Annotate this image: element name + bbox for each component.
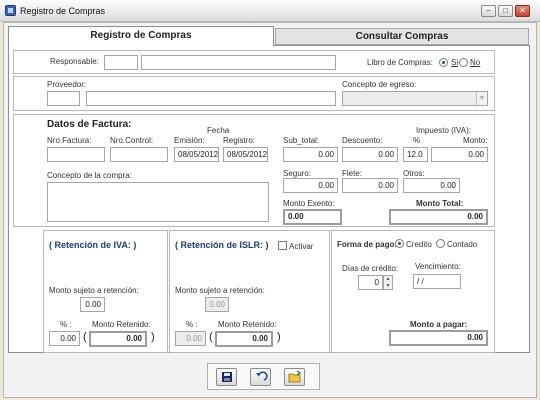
window-titlebar: Registro de Compras – □ ✕ — [0, 0, 540, 22]
subtotal-label: Sub_total: — [283, 136, 320, 145]
registro-label: Registro: — [223, 136, 256, 145]
otros-label: Otros: — [403, 169, 425, 178]
islr-pct-input[interactable]: 0.00 — [175, 331, 206, 346]
nro-control-label: Nro.Control: — [110, 136, 154, 145]
emision-date-input[interactable]: 08/05/2012 — [174, 147, 219, 162]
otros-input[interactable]: 0.00 — [403, 178, 460, 193]
responsable-label: Responsable: — [50, 57, 99, 66]
activar-label[interactable]: Activar — [289, 242, 313, 251]
islr-retenido-label: Monto Retenido: — [218, 320, 277, 329]
libro-si-radio[interactable] — [439, 58, 448, 67]
vencimiento-label: Vencimiento: — [415, 262, 461, 271]
undo-icon — [256, 371, 268, 381]
libro-no-label[interactable]: No — [470, 58, 480, 67]
emision-label: Emisión: — [174, 136, 205, 145]
tab-consultar-compras[interactable]: Consultar Compras — [275, 28, 529, 45]
dias-stepper-icon[interactable]: ▲ ▼ — [383, 275, 393, 290]
subtotal-input[interactable]: 0.00 — [283, 147, 338, 162]
monto-total-label: Monto Total: — [416, 199, 464, 208]
concepto-egreso-label: Concepto de egreso: — [342, 80, 417, 89]
dias-credito-label: Días de crédito: — [342, 264, 399, 273]
save-icon — [222, 372, 232, 382]
iva-retencion-pct-label: % : — [60, 320, 72, 329]
descuento-input[interactable]: 0.00 — [342, 147, 398, 162]
vencimiento-input[interactable]: / / — [413, 274, 461, 289]
proveedor-label: Proveedor: — [47, 80, 87, 89]
responsable-name-input[interactable] — [141, 55, 336, 70]
minimize-button[interactable]: – — [481, 5, 496, 17]
proveedor-code-input[interactable] — [47, 91, 80, 106]
monto-total-input: 0.00 — [389, 209, 488, 225]
proveedor-name-input[interactable] — [86, 91, 336, 106]
libro-no-radio[interactable] — [459, 58, 468, 67]
responsable-code-input[interactable] — [104, 55, 138, 70]
contado-label[interactable]: Contado — [447, 240, 477, 249]
chevron-down-icon[interactable]: ▼ — [476, 92, 487, 105]
islr-sujeto-input[interactable]: 0.00 — [205, 297, 229, 312]
concepto-egreso-select[interactable] — [342, 91, 488, 106]
iva-retenido-input: 0.00 — [89, 331, 147, 347]
open-button[interactable] — [284, 368, 305, 386]
monto-exento-label: Monto Exento: — [283, 199, 335, 208]
nro-factura-input[interactable] — [47, 147, 105, 162]
monto-exento-input[interactable]: 0.00 — [283, 209, 342, 225]
dias-credito-input[interactable]: 0 — [358, 275, 383, 290]
islr-pct-label: % : — [186, 320, 198, 329]
activar-checkbox[interactable] — [278, 241, 287, 250]
fecha-label: Fecha — [207, 126, 230, 135]
retencion-islr-title: ( Retención de ISLR: ) — [175, 240, 269, 250]
forma-pago-label: Forma de pago: — [337, 240, 398, 249]
iva-retencion-pct-input[interactable]: 0.00 — [49, 331, 80, 346]
iva-pct-input[interactable]: 12.0 — [403, 147, 428, 162]
iva-monto-label: Monto: — [463, 136, 488, 145]
iva-pct-label: % — [413, 136, 421, 145]
impuesto-label: Impuesto (IVA): — [416, 126, 471, 135]
monto-pagar-label: Monto a pagar: — [410, 320, 468, 329]
registro-date-input[interactable]: 08/05/2012 — [223, 147, 268, 162]
undo-button[interactable] — [250, 368, 271, 386]
retencion-iva-title: ( Retención de IVA: ) — [49, 240, 137, 250]
islr-retenido-input: 0.00 — [215, 331, 273, 347]
libro-compras-label: Libro de Compras: — [367, 58, 433, 67]
concepto-compra-label: Concepto de la compra: — [47, 171, 132, 180]
contado-radio[interactable] — [436, 239, 445, 248]
window-title: Registro de Compras — [20, 6, 106, 16]
tab-registro-compras[interactable]: Registro de Compras — [8, 26, 274, 46]
factura-title: Datos de Factura: — [47, 119, 132, 130]
descuento-label: Descuento: — [342, 136, 383, 145]
flete-label: Flete: — [342, 169, 363, 178]
seguro-input[interactable]: 0.00 — [283, 178, 338, 193]
close-button[interactable]: ✕ — [515, 5, 530, 17]
flete-input[interactable]: 0.00 — [342, 178, 398, 193]
libro-si-label[interactable]: Si — [451, 58, 458, 67]
iva-sujeto-label: Monto sujeto a retención: — [49, 286, 139, 295]
iva-monto-input[interactable]: 0.00 — [431, 147, 488, 162]
open-folder-icon — [288, 370, 302, 383]
islr-sujeto-label: Monto sujeto a retención: — [175, 286, 265, 295]
seguro-label: Seguro: — [283, 169, 312, 178]
maximize-button[interactable]: □ — [498, 5, 513, 17]
nro-factura-label: Nro.Factura: — [47, 136, 92, 145]
save-button[interactable] — [216, 368, 237, 386]
monto-pagar-input: 0.00 — [389, 330, 488, 346]
concepto-compra-textarea[interactable] — [47, 182, 269, 222]
nro-control-input[interactable] — [110, 147, 168, 162]
credito-label[interactable]: Credito — [406, 240, 432, 249]
credito-radio[interactable] — [395, 239, 404, 248]
iva-retenido-label: Monto Retenido: — [92, 320, 151, 329]
iva-sujeto-input[interactable]: 0.00 — [80, 297, 105, 312]
app-icon — [5, 5, 16, 16]
